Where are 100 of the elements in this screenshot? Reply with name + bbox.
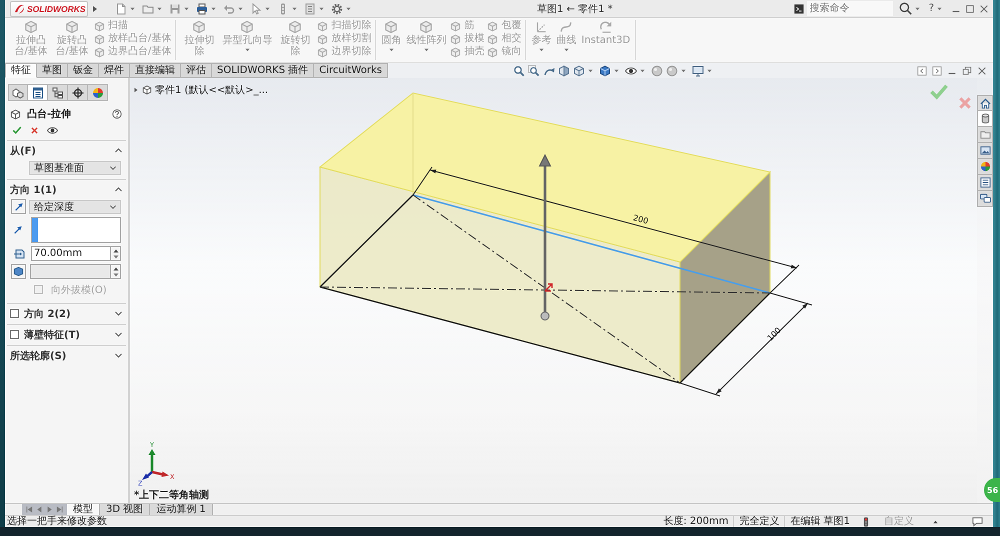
- dropdown[interactable]: 给定深度: [29, 200, 121, 214]
- checkbox[interactable]: [10, 330, 19, 339]
- search-field[interactable]: 搜索命令: [806, 1, 893, 16]
- caret-icon[interactable]: [346, 6, 351, 10]
- caret-icon[interactable]: [614, 68, 619, 72]
- task-pane-tab[interactable]: [977, 95, 993, 111]
- sphere-icon[interactable]: [650, 64, 663, 76]
- bottom-tab[interactable]: 运动算例 1: [150, 504, 213, 515]
- task-pane-tab[interactable]: [977, 127, 993, 143]
- magnifier-frame-icon[interactable]: [528, 64, 540, 76]
- check-icon[interactable]: [12, 125, 22, 135]
- drag-arrow[interactable]: [538, 154, 552, 320]
- draft-button[interactable]: [11, 264, 26, 279]
- skip-end-icon[interactable]: [55, 505, 64, 514]
- printer-icon[interactable]: [196, 2, 208, 14]
- task-pane-tab[interactable]: [977, 111, 993, 127]
- bottom-tab[interactable]: 3D 视图: [100, 504, 150, 515]
- panel-tab[interactable]: [8, 84, 28, 101]
- panel-tab[interactable]: [88, 84, 108, 101]
- cursor-icon[interactable]: [250, 2, 262, 14]
- task-pane-tab[interactable]: [977, 143, 993, 159]
- bottom-tab[interactable]: 模型: [67, 504, 100, 515]
- reverse-direction-button[interactable]: [11, 199, 26, 214]
- app-menu-button[interactable]: SOLIDWORKS: [10, 0, 88, 16]
- caret-icon[interactable]: [640, 68, 645, 72]
- caret-icon[interactable]: [588, 68, 593, 72]
- panel-tab[interactable]: [28, 84, 48, 101]
- caret-icon[interactable]: [914, 6, 920, 10]
- tab[interactable]: 评估: [181, 63, 212, 78]
- spin-buttons[interactable]: [110, 246, 121, 261]
- down-arrow-icon[interactable]: [112, 254, 118, 258]
- section-title[interactable]: 薄壁特征(T): [24, 328, 80, 342]
- help-button[interactable]: ?: [928, 2, 934, 14]
- down-arrow-icon[interactable]: [112, 272, 118, 276]
- maximize-icon[interactable]: [965, 4, 975, 14]
- chevron-up-icon[interactable]: [114, 185, 123, 194]
- undo-icon[interactable]: [223, 2, 235, 14]
- cube-icon[interactable]: [572, 64, 585, 76]
- half-shaded-cube-icon[interactable]: [558, 64, 570, 76]
- task-pane-tab[interactable]: [977, 159, 993, 175]
- chevron-down-icon[interactable]: [114, 351, 123, 360]
- help-icon[interactable]: [112, 109, 122, 119]
- shaded-cube-icon[interactable]: [598, 64, 611, 76]
- task-pane-tab[interactable]: [977, 191, 993, 207]
- caret-icon[interactable]: [265, 6, 270, 10]
- tab[interactable]: 钣金: [68, 63, 99, 78]
- status-light-icon[interactable]: [861, 516, 871, 526]
- check-icon[interactable]: [930, 82, 948, 100]
- chevron-down-icon[interactable]: [114, 309, 123, 318]
- tab[interactable]: CircuitWorks: [314, 63, 388, 78]
- close-icon[interactable]: [977, 66, 987, 76]
- tab[interactable]: SOLIDWORKS 插件: [212, 63, 314, 78]
- sphere-icon[interactable]: [666, 64, 678, 76]
- caret-icon[interactable]: [292, 6, 297, 10]
- tab[interactable]: 草图: [37, 63, 68, 78]
- triangle-right-icon[interactable]: [91, 4, 99, 12]
- skip-start-icon[interactable]: [25, 505, 34, 514]
- spin-buttons[interactable]: [110, 264, 121, 279]
- up-arrow-icon[interactable]: [112, 266, 118, 270]
- caret-icon[interactable]: [706, 68, 712, 72]
- dimension-label[interactable]: 200: [632, 213, 650, 226]
- checkbox[interactable]: [10, 309, 19, 318]
- eye-icon[interactable]: [47, 124, 58, 136]
- caret-icon[interactable]: [130, 6, 135, 10]
- close-icon[interactable]: [979, 4, 989, 14]
- tab[interactable]: 特征: [5, 63, 37, 78]
- number-field[interactable]: 70.00mm: [31, 246, 110, 261]
- dimension-line[interactable]: [680, 292, 812, 396]
- gear-icon[interactable]: [331, 2, 343, 14]
- folder-icon[interactable]: [142, 2, 154, 14]
- monitor-icon[interactable]: [692, 64, 704, 76]
- task-pane-tab[interactable]: [977, 175, 993, 191]
- tab[interactable]: 直接编辑: [130, 63, 181, 78]
- dimension-label[interactable]: 100: [766, 326, 783, 343]
- feature-tree-item[interactable]: 零件1 (默认<<默认>_...: [155, 83, 268, 97]
- dropdown[interactable]: 草图基准面: [29, 160, 121, 174]
- caret-icon[interactable]: [184, 6, 189, 10]
- panel-tab[interactable]: [68, 84, 88, 101]
- caret-icon[interactable]: [680, 68, 686, 72]
- caret-icon[interactable]: [933, 520, 938, 524]
- caret-icon[interactable]: [319, 6, 324, 10]
- panel-tab[interactable]: [48, 84, 68, 101]
- section-title[interactable]: 所选轮廓(S): [10, 348, 66, 362]
- chevron-up-icon[interactable]: [114, 146, 123, 155]
- document-list-icon[interactable]: [304, 2, 316, 14]
- caret-icon[interactable]: [157, 6, 162, 10]
- caret-icon[interactable]: [937, 6, 942, 10]
- close-icon[interactable]: [30, 126, 39, 134]
- speech-bubble-icon[interactable]: [972, 516, 983, 527]
- up-arrow-icon[interactable]: [112, 248, 118, 252]
- document-icon[interactable]: [115, 2, 127, 14]
- tab[interactable]: 焊件: [99, 63, 130, 78]
- triangle-left-icon[interactable]: [35, 505, 44, 514]
- caret-icon[interactable]: [211, 6, 216, 10]
- triangle-right-icon[interactable]: [133, 87, 139, 93]
- section-title[interactable]: 从(F): [10, 144, 36, 158]
- section-title[interactable]: 方向 2(2): [24, 306, 71, 320]
- magnifier-icon[interactable]: [512, 64, 525, 76]
- section-title[interactable]: 方向 1(1): [10, 182, 57, 196]
- caret-icon[interactable]: [238, 6, 243, 10]
